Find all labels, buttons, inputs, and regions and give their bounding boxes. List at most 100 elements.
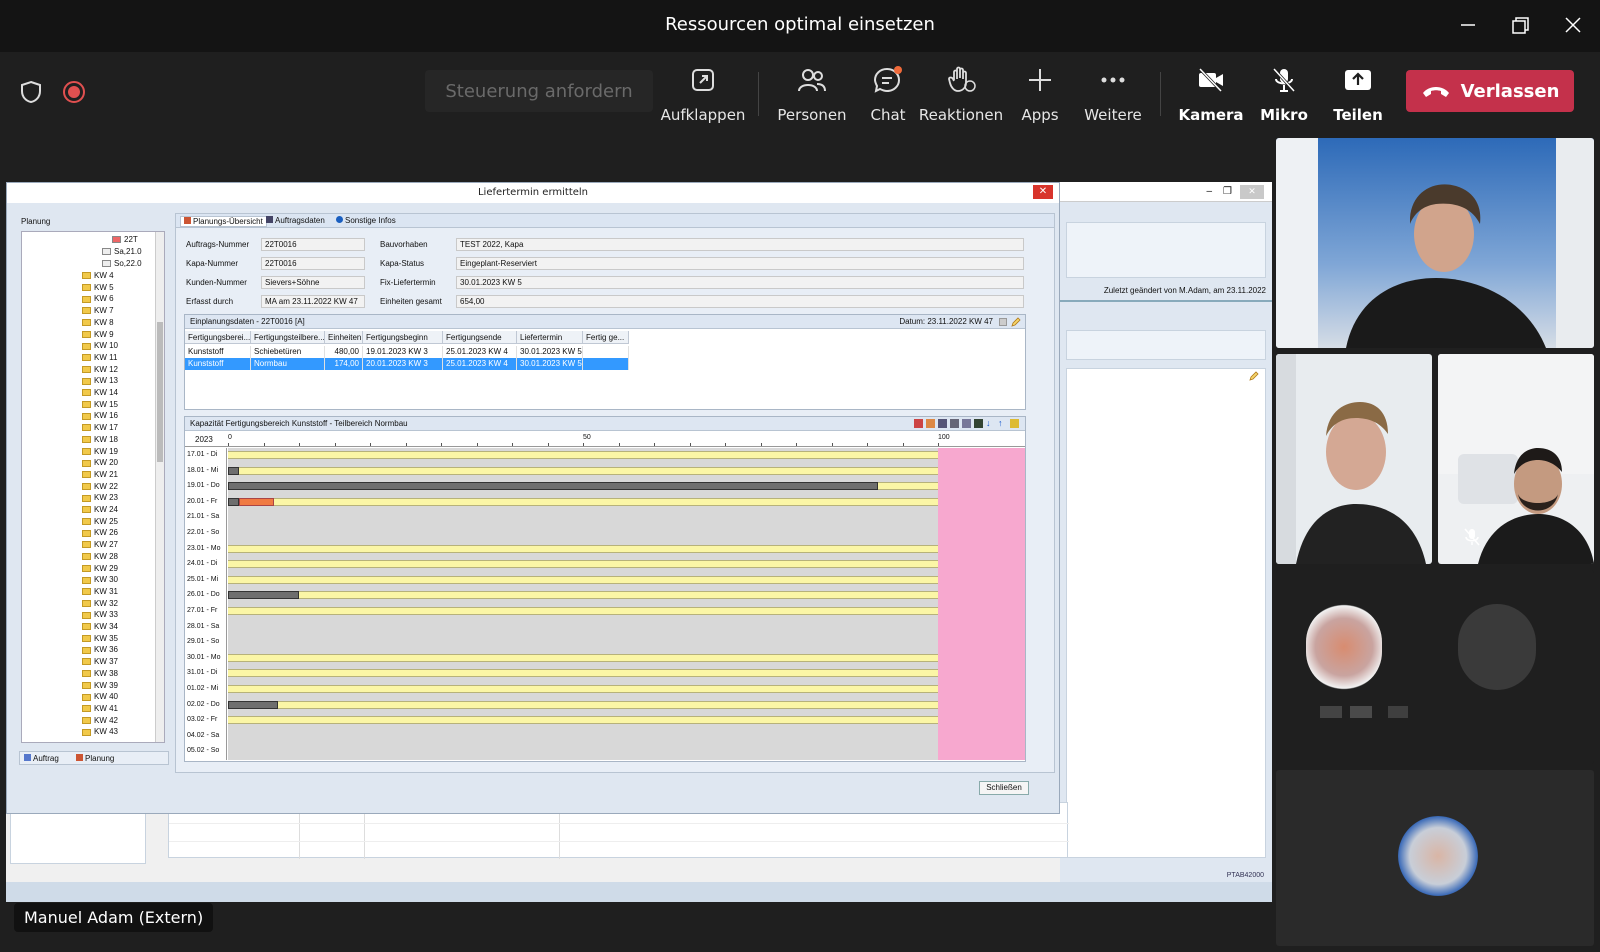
capacity-bar[interactable]: [228, 575, 938, 584]
schliessen-button[interactable]: Schließen: [979, 781, 1029, 795]
arrow-down-icon[interactable]: ↓: [986, 419, 995, 428]
tree-item-week[interactable]: KW 43: [82, 726, 118, 738]
status-field[interactable]: Eingeplant-Reserviert: [456, 257, 1024, 270]
tree-item-order[interactable]: 22T: [112, 234, 138, 246]
tab-sonstige-infos[interactable]: Sonstige Infos: [336, 216, 396, 225]
edit-icon[interactable]: [1011, 317, 1021, 327]
bg-close-icon[interactable]: ✕: [1240, 185, 1264, 199]
used-capacity-bar[interactable]: [228, 482, 878, 491]
video-tile-1[interactable]: [1276, 138, 1594, 348]
calendar-icon[interactable]: [999, 318, 1007, 326]
tree-item-week[interactable]: KW 5: [82, 282, 114, 294]
leave-button[interactable]: Verlassen: [1406, 70, 1574, 112]
capacity-bar[interactable]: [228, 653, 938, 662]
tree-item-week[interactable]: KW 32: [82, 598, 118, 610]
tree-item-week[interactable]: KW 7: [82, 305, 114, 317]
table-column-header[interactable]: Einheiten: [325, 331, 363, 344]
bg-restore-icon[interactable]: ❐: [1223, 186, 1232, 197]
tree-item-week[interactable]: KW 25: [82, 516, 118, 528]
tree-item-week[interactable]: KW 23: [82, 492, 118, 504]
table-column-header[interactable]: Fertigungsende: [443, 331, 517, 344]
video-tile-5[interactable]: [1276, 770, 1594, 946]
printer-icon[interactable]: [938, 419, 947, 428]
tree-item-week[interactable]: KW 27: [82, 539, 118, 551]
export-icon[interactable]: [974, 419, 983, 428]
tree-item-week[interactable]: KW 24: [82, 504, 118, 516]
tree-item-week[interactable]: KW 15: [82, 399, 118, 411]
planning-icon[interactable]: [914, 419, 923, 428]
popout-button[interactable]: Aufklappen: [661, 64, 745, 124]
einheiten-field[interactable]: 654,00: [456, 295, 1024, 308]
dialog-close-button[interactable]: ✕: [1033, 185, 1053, 199]
tree-item-week[interactable]: KW 20: [82, 457, 118, 469]
copy-icon[interactable]: [1010, 419, 1019, 428]
tree-item-week[interactable]: KW 26: [82, 527, 118, 539]
tree-item-day[interactable]: So,22.0: [102, 258, 142, 270]
bg-minimize-icon[interactable]: –: [1206, 186, 1212, 197]
edit-icon[interactable]: [1249, 371, 1259, 381]
capacity-bar[interactable]: [228, 591, 938, 600]
chat-button[interactable]: Chat: [858, 64, 918, 124]
tree-item-week[interactable]: KW 13: [82, 375, 118, 387]
tree-item-week[interactable]: KW 10: [82, 340, 118, 352]
capacity-bar[interactable]: [228, 466, 938, 475]
request-control-button[interactable]: Steuerung anfordern: [425, 70, 653, 112]
tree-item-week[interactable]: KW 40: [82, 691, 118, 703]
share-button[interactable]: Teilen: [1328, 64, 1388, 124]
tree-item-week[interactable]: KW 28: [82, 551, 118, 563]
tree-item-week[interactable]: KW 34: [82, 621, 118, 633]
apps-button[interactable]: Apps: [1010, 64, 1070, 124]
capacity-bar[interactable]: [228, 607, 938, 615]
minimize-button[interactable]: [1453, 12, 1483, 38]
tree-item-week[interactable]: KW 29: [82, 563, 118, 575]
capacity-bar[interactable]: [228, 497, 938, 506]
tree-item-week[interactable]: KW 31: [82, 586, 118, 598]
tree-item-week[interactable]: KW 14: [82, 387, 118, 399]
people-button[interactable]: Personen: [772, 64, 852, 124]
tree-item-week[interactable]: KW 33: [82, 609, 118, 621]
tree-item-week[interactable]: KW 4: [82, 270, 114, 282]
tree-item-week[interactable]: KW 41: [82, 703, 118, 715]
capacity-bar[interactable]: [228, 700, 938, 709]
tree-item-week[interactable]: KW 42: [82, 715, 118, 727]
table-column-header[interactable]: Fertigungsberei...: [185, 331, 251, 344]
tree-item-week[interactable]: KW 38: [82, 668, 118, 680]
tab-auftrag[interactable]: Auftrag: [24, 754, 59, 763]
tree-item-week[interactable]: KW 19: [82, 446, 118, 458]
tree-item-week[interactable]: KW 16: [82, 410, 118, 422]
capacity-bar[interactable]: [228, 451, 938, 459]
capacity-bar[interactable]: [228, 685, 938, 693]
tree-item-week[interactable]: KW 36: [82, 644, 118, 656]
planned-order-bar[interactable]: [238, 497, 275, 506]
reactions-button[interactable]: Reaktionen: [919, 64, 1003, 124]
camera-button[interactable]: Kamera: [1176, 64, 1246, 124]
used-capacity-bar[interactable]: [228, 700, 278, 709]
tree-item-week[interactable]: KW 12: [82, 364, 118, 376]
tree-item-week[interactable]: KW 22: [82, 481, 118, 493]
tab-auftragsdaten[interactable]: Auftragsdaten: [266, 216, 325, 225]
more-button[interactable]: Weitere: [1078, 64, 1148, 124]
table-column-header[interactable]: Fertigungsteilbere...: [251, 331, 325, 344]
tree-item-week[interactable]: KW 30: [82, 574, 118, 586]
tree-scrollbar[interactable]: [155, 232, 164, 742]
video-tile-2[interactable]: [1276, 354, 1432, 564]
tree-item-week[interactable]: KW 8: [82, 317, 114, 329]
restore-button[interactable]: [1505, 12, 1535, 38]
capacity-bar[interactable]: [228, 669, 938, 678]
tree-item-week[interactable]: KW 11: [82, 352, 117, 364]
tab-planungs-uebersicht[interactable]: Planungs-Übersicht: [180, 216, 267, 227]
close-window-button[interactable]: [1558, 12, 1588, 38]
kunde-field[interactable]: Sievers+Söhne: [261, 276, 365, 289]
used-capacity-bar[interactable]: [228, 591, 299, 600]
video-tile-3[interactable]: [1438, 354, 1594, 564]
arrow-up-icon[interactable]: ↑: [998, 419, 1007, 428]
tab-planung[interactable]: Planung: [76, 754, 114, 763]
video-tile-4[interactable]: [1276, 570, 1594, 764]
erfasst-field[interactable]: MA am 23.11.2022 KW 47: [261, 295, 365, 308]
fix-field[interactable]: 30.01.2023 KW 5: [456, 276, 1024, 289]
tree-item-week[interactable]: KW 37: [82, 656, 118, 668]
auftrag-field[interactable]: 22T0016: [261, 238, 365, 251]
print-preview-icon[interactable]: [950, 419, 959, 428]
tree-item-week[interactable]: KW 39: [82, 680, 118, 692]
used-capacity-bar[interactable]: [228, 497, 239, 506]
